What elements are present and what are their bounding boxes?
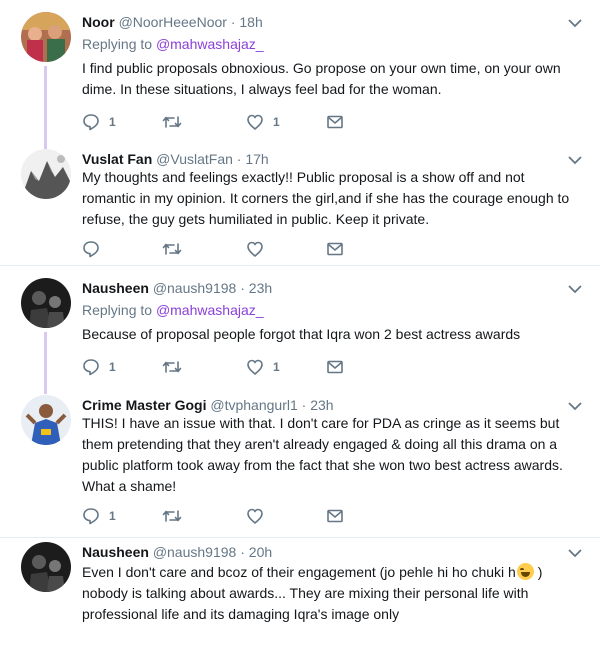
tweet-text: Because of proposal people forgot that I… [82, 326, 521, 342]
envelope-icon [326, 359, 344, 375]
reply-button[interactable]: 1 [82, 506, 116, 526]
tweet-text: THIS! I have an issue with that. I don't… [82, 415, 563, 494]
like-button[interactable] [246, 239, 273, 259]
separator-dot: · [236, 151, 242, 167]
like-count: 1 [273, 115, 280, 129]
heart-icon [246, 507, 264, 525]
laughing-emoji-icon [516, 563, 534, 580]
thread-divider [0, 265, 600, 266]
chevron-down-icon[interactable] [566, 546, 584, 560]
thread-divider [0, 537, 600, 538]
separator-dot: · [240, 544, 245, 560]
reply-icon [82, 507, 100, 525]
chevron-down-icon[interactable] [566, 16, 584, 30]
replying-to: Replying to @mahwashajaz_ [82, 300, 264, 320]
heart-icon [246, 358, 264, 376]
envelope-icon [326, 508, 344, 524]
avatar[interactable] [21, 12, 71, 62]
heart-icon [246, 240, 264, 258]
direct-message-button[interactable] [326, 112, 344, 132]
direct-message-button[interactable] [326, 506, 344, 526]
replying-label: Replying to [82, 36, 156, 52]
tweet[interactable]: Vuslat Fan @VuslatFan · 17h My thoughts … [0, 149, 600, 259]
timestamp[interactable]: 18h [239, 14, 262, 30]
tweet-header: Nausheen @naush9198 · 20h [82, 542, 272, 562]
like-button[interactable]: 1 [246, 112, 280, 132]
display-name[interactable]: Nausheen [82, 280, 149, 296]
reply-button[interactable]: 1 [82, 357, 116, 377]
display-name[interactable]: Nausheen [82, 544, 149, 560]
display-name[interactable]: Noor [82, 14, 115, 30]
retweet-icon [162, 113, 182, 131]
separator-dot: · [240, 280, 245, 296]
retweet-button[interactable] [162, 112, 191, 132]
retweet-button[interactable] [162, 239, 191, 259]
tweet[interactable]: Crime Master Gogi @tvphangurl1 · 23h THI… [0, 395, 600, 530]
user-handle[interactable]: @tvphangurl1 [210, 397, 297, 413]
retweet-button[interactable] [162, 506, 191, 526]
avatar[interactable] [21, 395, 71, 445]
thread-line [44, 332, 47, 394]
reply-icon [82, 113, 100, 131]
mention-link[interactable]: @mahwashajaz_ [156, 36, 264, 52]
reply-count: 1 [109, 360, 116, 374]
direct-message-button[interactable] [326, 239, 344, 259]
user-handle[interactable]: @naush9198 [153, 544, 237, 560]
user-handle[interactable]: @naush9198 [153, 280, 237, 296]
timestamp[interactable]: 23h [249, 280, 272, 296]
tweet[interactable]: Noor @NoorHeeeNoor · 18h Replying to @ma… [0, 12, 600, 150]
separator-dot: · [301, 397, 307, 413]
user-handle[interactable]: @NoorHeeeNoor [119, 14, 227, 30]
reply-count: 1 [109, 509, 116, 523]
chevron-down-icon[interactable] [566, 399, 584, 413]
mention-link[interactable]: @mahwashajaz_ [156, 302, 264, 318]
tweet-header: Noor @NoorHeeeNoor · 18h [82, 12, 263, 32]
reply-icon [82, 358, 100, 376]
like-button[interactable] [246, 506, 273, 526]
tweet[interactable]: Nausheen @naush9198 · 20h Even I don't c… [0, 542, 600, 652]
like-count: 1 [273, 360, 280, 374]
retweet-button[interactable] [162, 357, 191, 377]
like-button[interactable]: 1 [246, 357, 280, 377]
timestamp[interactable]: 17h [245, 151, 268, 167]
tweet-header: Crime Master Gogi @tvphangurl1 · 23h [82, 395, 334, 415]
retweet-icon [162, 240, 182, 258]
avatar[interactable] [21, 278, 71, 328]
timestamp[interactable]: 20h [249, 544, 272, 560]
envelope-icon [326, 114, 344, 130]
tweet-text: My thoughts and feelings exactly!! Publi… [82, 169, 570, 227]
timestamp[interactable]: 23h [310, 397, 333, 413]
tweet-header: Nausheen @naush9198 · 23h [82, 278, 272, 298]
display-name[interactable]: Crime Master Gogi [82, 397, 206, 413]
retweet-icon [162, 507, 182, 525]
tweet-text: Even I don't care and bcoz of their enga… [82, 562, 582, 625]
tweet-text-part: Even I don't care and bcoz of their enga… [82, 564, 516, 580]
reply-count: 1 [109, 115, 116, 129]
reply-button[interactable]: 1 [82, 112, 116, 132]
reply-icon [82, 240, 100, 258]
retweet-icon [162, 358, 182, 376]
tweet-text: I find public proposals obnoxious. Go pr… [82, 60, 561, 97]
envelope-icon [326, 241, 344, 257]
chevron-down-icon[interactable] [566, 282, 584, 296]
thread-line [44, 66, 47, 150]
replying-label: Replying to [82, 302, 156, 318]
separator-dot: · [230, 14, 236, 30]
tweet-header: Vuslat Fan @VuslatFan · 17h [82, 149, 269, 169]
heart-icon [246, 113, 264, 131]
reply-feed: Noor @NoorHeeeNoor · 18h Replying to @ma… [0, 0, 600, 661]
chevron-down-icon[interactable] [566, 153, 584, 167]
avatar[interactable] [21, 542, 71, 592]
direct-message-button[interactable] [326, 357, 344, 377]
replying-to: Replying to @mahwashajaz_ [82, 34, 264, 54]
tweet[interactable]: Nausheen @naush9198 · 23h Replying to @m… [0, 278, 600, 394]
display-name[interactable]: Vuslat Fan [82, 151, 152, 167]
reply-button[interactable] [82, 239, 109, 259]
user-handle[interactable]: @VuslatFan [156, 151, 233, 167]
avatar[interactable] [21, 149, 71, 199]
